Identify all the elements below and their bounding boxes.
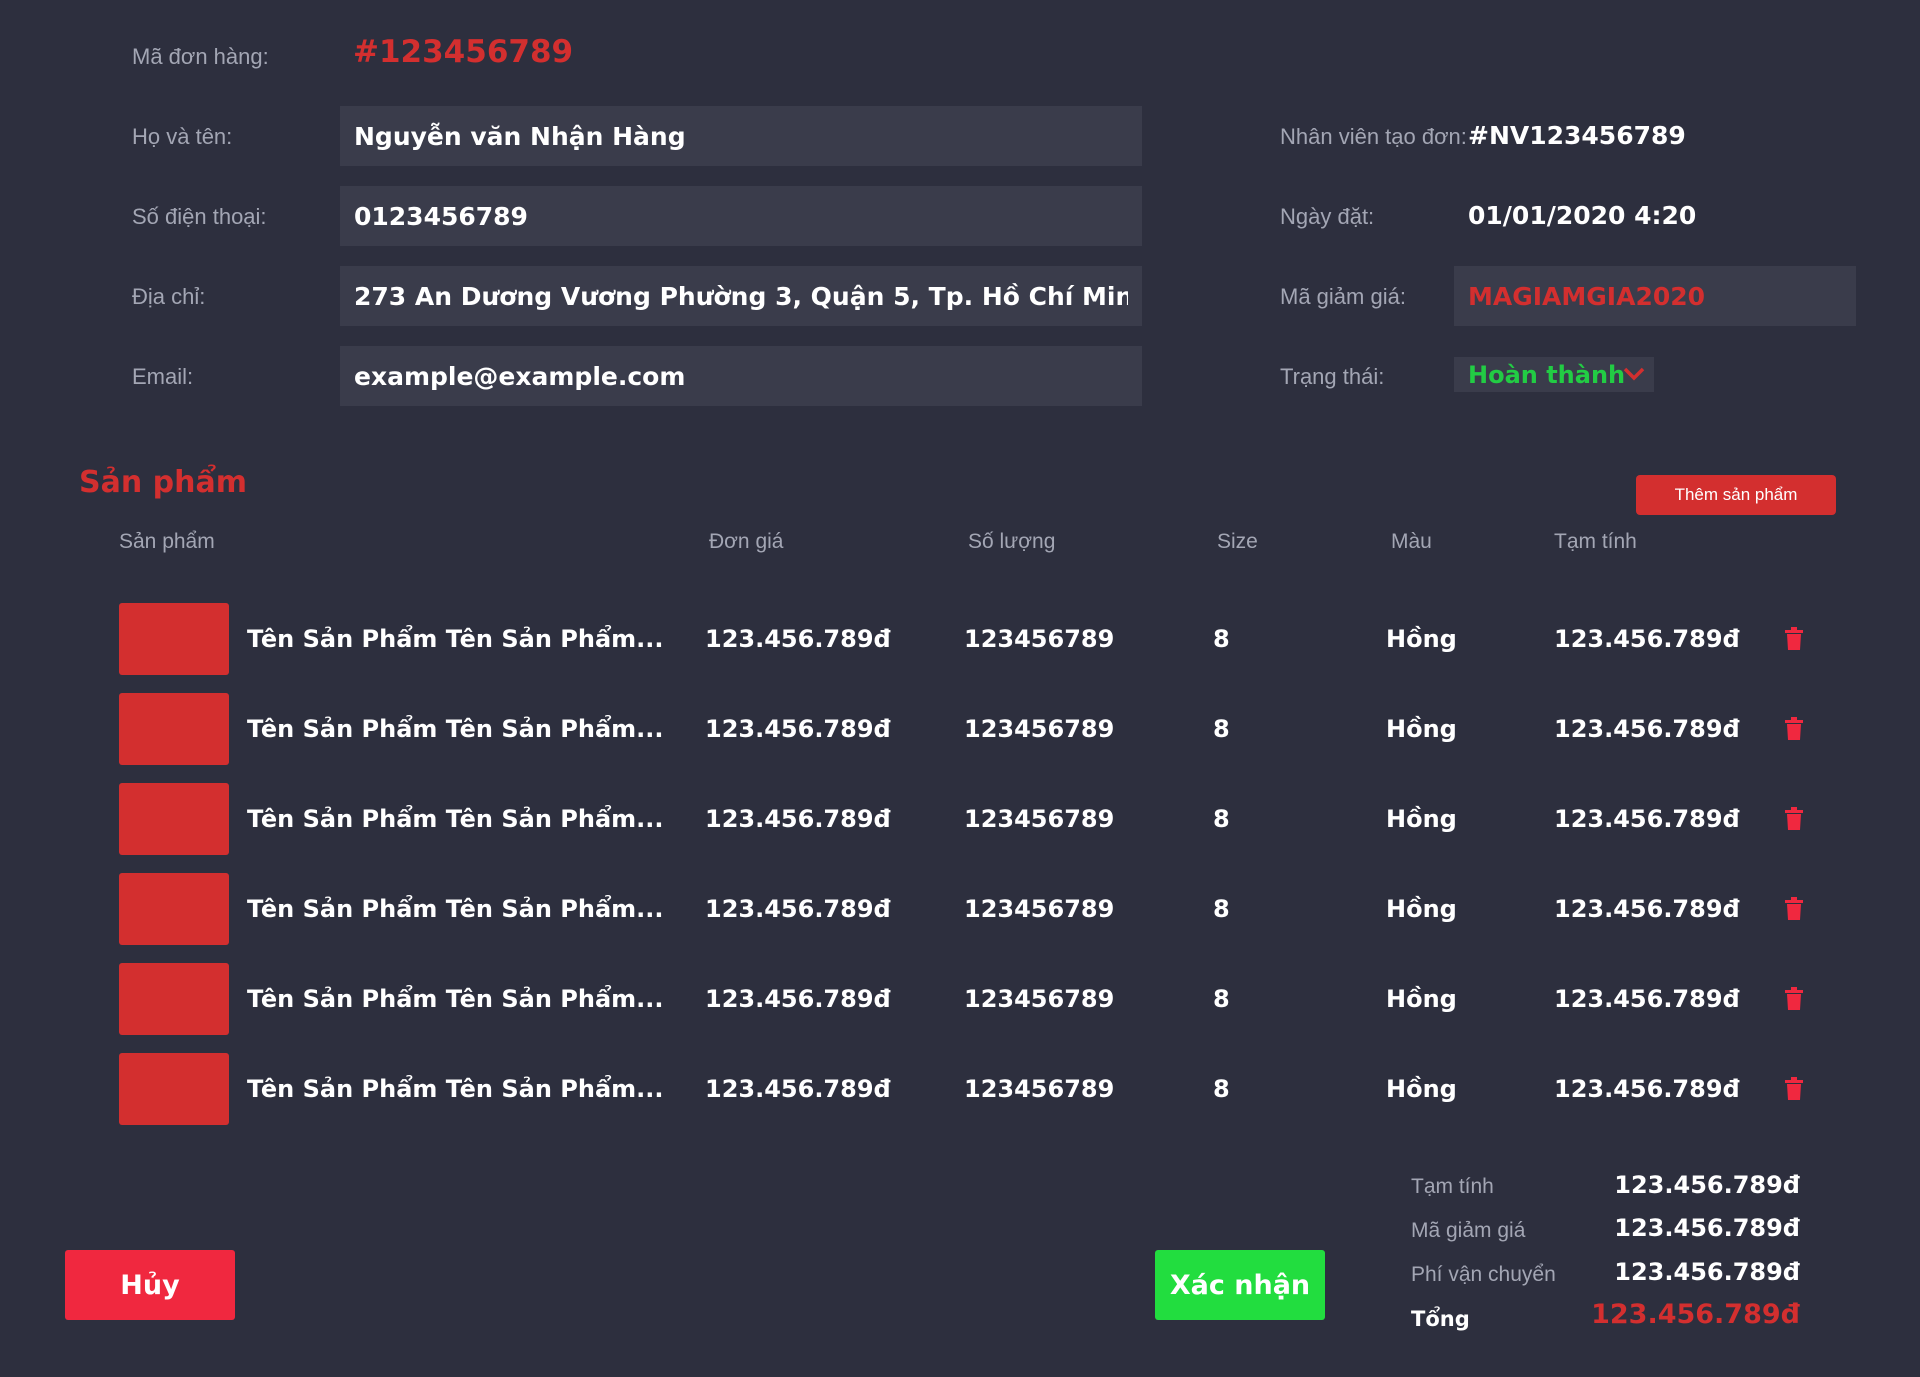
address-label: Địa chỉ: — [132, 284, 206, 309]
coupon-label: Mã giảm giá: — [1280, 284, 1406, 309]
trash-icon[interactable] — [1784, 807, 1804, 831]
quantity: 123456789 — [964, 715, 1115, 743]
confirm-button[interactable]: Xác nhận — [1155, 1250, 1325, 1320]
summary-subtotal-label: Tạm tính — [1411, 1175, 1494, 1198]
date-value: 01/01/2020 4:20 — [1468, 201, 1697, 230]
size: 8 — [1213, 1075, 1230, 1103]
product-name: Tên Sản Phẩm Tên Sản Phẩm... — [247, 895, 664, 923]
column-header-product: Sản phẩm — [119, 530, 215, 553]
name-label: Họ và tên: — [132, 124, 233, 149]
status-label: Trạng thái: — [1280, 364, 1385, 389]
trash-icon[interactable] — [1784, 1077, 1804, 1101]
status-dropdown[interactable]: Hoàn thành — [1454, 357, 1654, 392]
product-thumbnail — [119, 693, 229, 765]
phone-label: Số điện thoại: — [132, 204, 267, 229]
size: 8 — [1213, 985, 1230, 1013]
color: Hồng — [1386, 625, 1457, 653]
products-section-title: Sản phẩm — [79, 465, 247, 500]
subtotal: 123.456.789đ — [1554, 805, 1740, 833]
name-field[interactable] — [340, 106, 1142, 166]
product-thumbnail — [119, 603, 229, 675]
trash-icon[interactable] — [1784, 987, 1804, 1011]
size: 8 — [1213, 715, 1230, 743]
size: 8 — [1213, 805, 1230, 833]
trash-icon[interactable] — [1784, 897, 1804, 921]
summary-shipping-value: 123.456.789đ — [1614, 1258, 1800, 1286]
product-name: Tên Sản Phẩm Tên Sản Phẩm... — [247, 715, 664, 743]
product-thumbnail — [119, 963, 229, 1035]
order-code-value: #123456789 — [353, 34, 574, 70]
summary-shipping-label: Phí vận chuyển — [1411, 1263, 1556, 1286]
summary-total-value: 123.456.789đ — [1591, 1299, 1800, 1330]
summary-total-label: Tổng — [1411, 1307, 1470, 1331]
unit-price: 123.456.789đ — [705, 625, 891, 653]
product-name: Tên Sản Phẩm Tên Sản Phẩm... — [247, 1075, 664, 1103]
summary-subtotal-value: 123.456.789đ — [1614, 1171, 1800, 1199]
address-field[interactable] — [340, 266, 1142, 326]
subtotal: 123.456.789đ — [1554, 715, 1740, 743]
trash-icon[interactable] — [1784, 627, 1804, 651]
staff-label: Nhân viên tạo đơn: — [1280, 124, 1467, 149]
product-thumbnail — [119, 783, 229, 855]
size: 8 — [1213, 625, 1230, 653]
color: Hồng — [1386, 1075, 1457, 1103]
unit-price: 123.456.789đ — [705, 715, 891, 743]
subtotal: 123.456.789đ — [1554, 895, 1740, 923]
unit-price: 123.456.789đ — [705, 805, 891, 833]
product-name: Tên Sản Phẩm Tên Sản Phẩm... — [247, 805, 664, 833]
summary-discount-label: Mã giảm giá — [1411, 1219, 1526, 1242]
table-row: Tên Sản Phẩm Tên Sản Phẩm... 123.456.789… — [0, 603, 1920, 675]
column-header-subtotal: Tạm tính — [1554, 530, 1637, 553]
color: Hồng — [1386, 985, 1457, 1013]
product-name: Tên Sản Phẩm Tên Sản Phẩm... — [247, 625, 664, 653]
email-label: Email: — [132, 364, 194, 389]
table-row: Tên Sản Phẩm Tên Sản Phẩm... 123.456.789… — [0, 783, 1920, 855]
subtotal: 123.456.789đ — [1554, 985, 1740, 1013]
table-row: Tên Sản Phẩm Tên Sản Phẩm... 123.456.789… — [0, 1053, 1920, 1125]
column-header-unit-price: Đơn giá — [709, 530, 784, 553]
subtotal: 123.456.789đ — [1554, 1075, 1740, 1103]
add-product-button[interactable]: Thêm sản phẩm — [1636, 475, 1836, 515]
unit-price: 123.456.789đ — [705, 985, 891, 1013]
column-header-quantity: Số lượng — [968, 530, 1056, 553]
quantity: 123456789 — [964, 1075, 1115, 1103]
color: Hồng — [1386, 715, 1457, 743]
status-value: Hoàn thành — [1468, 360, 1626, 389]
phone-field[interactable] — [340, 186, 1142, 246]
table-row: Tên Sản Phẩm Tên Sản Phẩm... 123.456.789… — [0, 693, 1920, 765]
unit-price: 123.456.789đ — [705, 1075, 891, 1103]
staff-value: #NV123456789 — [1468, 121, 1686, 150]
trash-icon[interactable] — [1784, 717, 1804, 741]
column-header-size: Size — [1217, 530, 1258, 553]
subtotal: 123.456.789đ — [1554, 625, 1740, 653]
product-thumbnail — [119, 1053, 229, 1125]
quantity: 123456789 — [964, 895, 1115, 923]
unit-price: 123.456.789đ — [705, 895, 891, 923]
chevron-down-icon — [1623, 367, 1645, 381]
date-label: Ngày đặt: — [1280, 204, 1375, 229]
table-row: Tên Sản Phẩm Tên Sản Phẩm... 123.456.789… — [0, 963, 1920, 1035]
quantity: 123456789 — [964, 625, 1115, 653]
color: Hồng — [1386, 805, 1457, 833]
coupon-field[interactable] — [1454, 266, 1856, 326]
cancel-button[interactable]: Hủy — [65, 1250, 235, 1320]
color: Hồng — [1386, 895, 1457, 923]
order-code-label: Mã đơn hàng: — [132, 44, 269, 69]
email-field[interactable] — [340, 346, 1142, 406]
quantity: 123456789 — [964, 985, 1115, 1013]
size: 8 — [1213, 895, 1230, 923]
product-name: Tên Sản Phẩm Tên Sản Phẩm... — [247, 985, 664, 1013]
column-header-color: Màu — [1391, 530, 1432, 553]
summary-discount-value: 123.456.789đ — [1614, 1214, 1800, 1242]
table-row: Tên Sản Phẩm Tên Sản Phẩm... 123.456.789… — [0, 873, 1920, 945]
quantity: 123456789 — [964, 805, 1115, 833]
product-thumbnail — [119, 873, 229, 945]
